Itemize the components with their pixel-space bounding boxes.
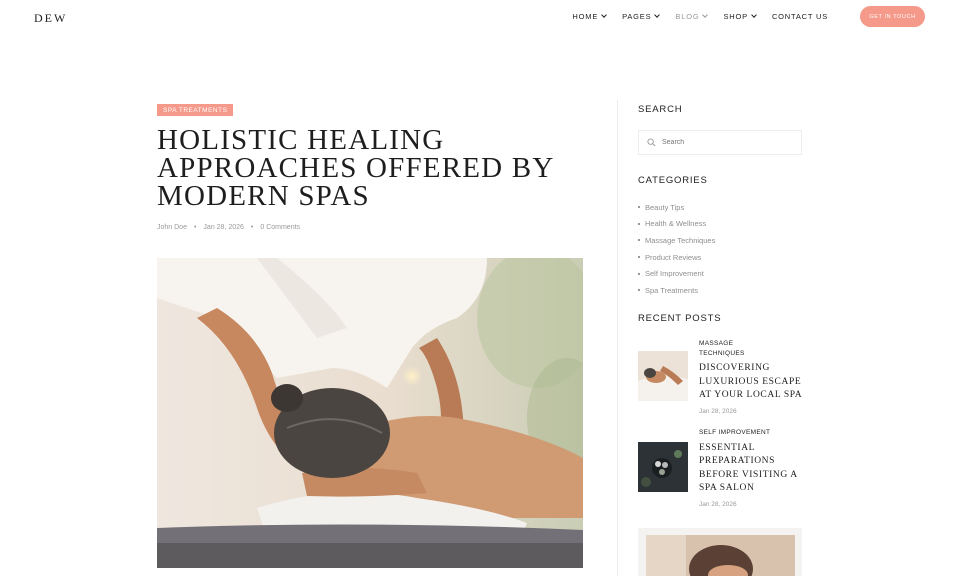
recent-post-title-line: BEFORE VISITING A xyxy=(699,469,798,480)
categories-heading: CATEGORIES xyxy=(638,175,708,186)
search-icon xyxy=(647,138,656,147)
sidebar-divider xyxy=(617,100,618,576)
category-list: Beauty Tips Health & Wellness Massage Te… xyxy=(638,199,715,299)
article-title-line: MODERN SPAS xyxy=(157,180,370,212)
category-item[interactable]: Spa Treatments xyxy=(638,282,715,299)
recent-post-thumbnail[interactable] xyxy=(638,442,688,492)
recent-post-category-line: TECHNIQUES xyxy=(699,349,745,357)
category-label: Self Improvement xyxy=(645,269,704,279)
sidebar-promo-card[interactable] xyxy=(638,528,802,576)
recent-posts-heading: RECENT POSTS xyxy=(638,313,722,324)
category-label: Beauty Tips xyxy=(645,202,685,212)
chevron-down-icon xyxy=(751,12,757,18)
nav-item-label: PAGES xyxy=(622,12,652,21)
chevron-down-icon xyxy=(702,12,709,18)
recent-post-text: MASSAGE TECHNIQUES DISCOVERING LUXURIOUS… xyxy=(699,339,809,415)
bullet-icon xyxy=(638,222,640,225)
recent-post-title-line: AT YOUR LOCAL SPA xyxy=(699,390,803,400)
recent-post-title-line: SPA SALON xyxy=(699,483,755,493)
recent-post-date: Jan 28, 2026 xyxy=(699,500,737,508)
category-item[interactable]: Self Improvement xyxy=(638,265,715,282)
recent-post-category-line: SELF IMPROVEMENT xyxy=(699,429,771,436)
category-label: Massage Techniques xyxy=(645,235,716,245)
meta-separator: • xyxy=(250,224,254,231)
recent-post-category[interactable]: SELF IMPROVEMENT xyxy=(699,428,809,438)
article-title-line: HOLISTIC HEALING xyxy=(157,124,445,156)
main-nav: HOME PAGES BLOG SHOP CONTACT US xyxy=(556,12,828,21)
category-badge[interactable]: SPA TREATMENTS xyxy=(157,104,234,116)
category-item[interactable]: Beauty Tips xyxy=(638,199,715,216)
category-label: Product Reviews xyxy=(645,252,702,262)
recent-post-title-line: ESSENTIAL xyxy=(699,442,756,453)
nav-item-label: BLOG xyxy=(675,12,700,21)
nav-item-label: SHOP xyxy=(723,12,748,21)
article-title-line: APPROACHES OFFERED BY xyxy=(157,152,555,184)
recent-post-title[interactable]: ESSENTIAL PREPARATIONS BEFORE VISITING A… xyxy=(699,442,809,496)
recent-post-title[interactable]: DISCOVERING LUXURIOUS ESCAPE AT YOUR LOC… xyxy=(699,362,809,403)
hero-image xyxy=(157,258,583,568)
recent-post-category[interactable]: MASSAGE TECHNIQUES xyxy=(699,339,809,358)
search-box[interactable] xyxy=(638,130,802,155)
meta-separator: • xyxy=(193,224,197,231)
search-input[interactable] xyxy=(662,139,792,146)
nav-item-blog[interactable]: BLOG xyxy=(675,12,709,21)
category-label: Health & Wellness xyxy=(645,219,707,229)
bullet-icon xyxy=(638,239,640,242)
comments-link[interactable]: 0 Comments xyxy=(260,224,300,231)
category-item[interactable]: Massage Techniques xyxy=(638,232,715,249)
post-date[interactable]: Jan 28, 2026 xyxy=(203,224,243,231)
chevron-down-icon xyxy=(601,12,607,18)
bullet-icon xyxy=(638,256,640,259)
bullet-icon xyxy=(638,289,640,292)
get-in-touch-button[interactable]: GET IN TOUCH xyxy=(860,6,925,27)
article-title: HOLISTIC HEALING APPROACHES OFFERED BY M… xyxy=(157,124,587,212)
category-item[interactable]: Product Reviews xyxy=(638,249,715,266)
recent-post-category-line: MASSAGE xyxy=(699,340,734,347)
recent-post-text: SELF IMPROVEMENT ESSENTIAL PREPARATIONS … xyxy=(699,428,809,508)
recent-post-date: Jan 28, 2026 xyxy=(699,407,737,415)
logo[interactable]: DEW xyxy=(34,11,67,26)
recent-post-title-line: LUXURIOUS ESCAPE xyxy=(699,376,802,387)
category-item[interactable]: Health & Wellness xyxy=(638,216,715,233)
article-meta: John Doe • Jan 28, 2026 • 0 Comments xyxy=(157,224,300,231)
nav-item-label: CONTACT US xyxy=(771,12,828,21)
recent-post-thumbnail[interactable] xyxy=(638,351,688,401)
nav-item-label: HOME xyxy=(572,12,599,21)
recent-post-title-line: PREPARATIONS xyxy=(699,456,776,466)
category-label: Spa Treatments xyxy=(645,285,698,295)
promo-image xyxy=(646,535,795,576)
author-link[interactable]: John Doe xyxy=(157,224,187,231)
chevron-down-icon xyxy=(654,12,661,18)
recent-post-title-line: DISCOVERING xyxy=(699,363,770,373)
nav-item-shop[interactable]: SHOP xyxy=(723,12,757,21)
nav-item-home[interactable]: HOME xyxy=(572,12,607,21)
bullet-icon xyxy=(638,206,640,209)
bullet-icon xyxy=(638,272,640,275)
search-heading: SEARCH xyxy=(638,104,683,115)
nav-item-pages[interactable]: PAGES xyxy=(622,12,661,21)
site-header: DEW HOME PAGES BLOG SHOP CONTACT US GET … xyxy=(0,0,960,34)
nav-item-contact[interactable]: CONTACT US xyxy=(772,12,828,21)
